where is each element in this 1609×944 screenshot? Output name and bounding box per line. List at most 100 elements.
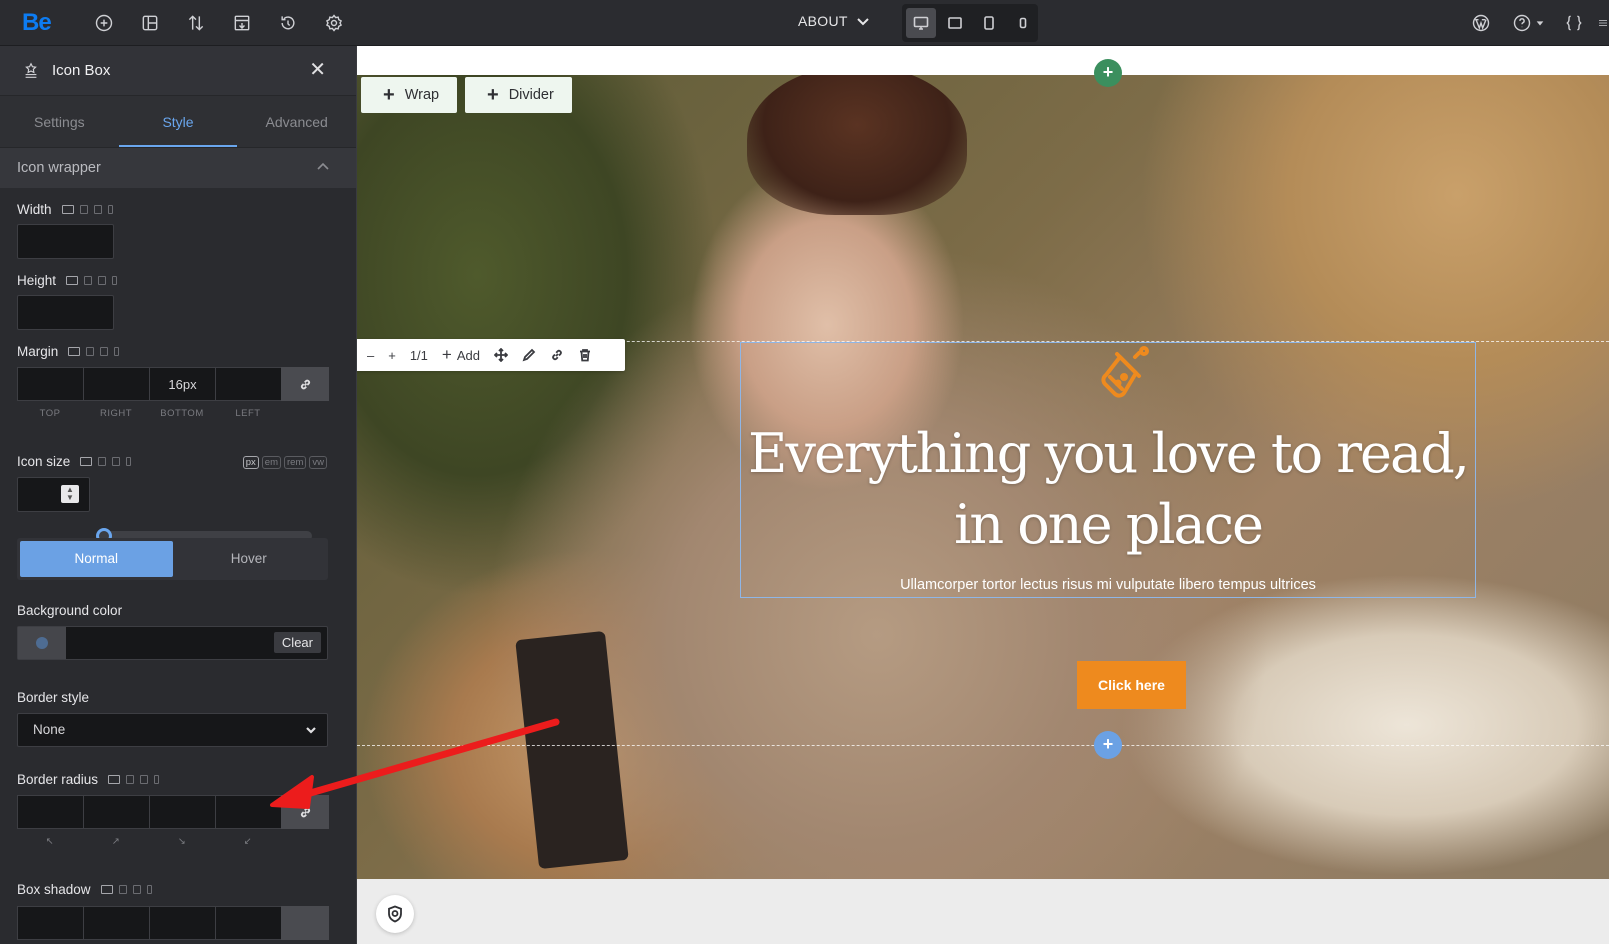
unit-em[interactable]: em — [261, 456, 281, 469]
width-label: Width — [17, 202, 113, 217]
tab-advanced[interactable]: Advanced — [237, 96, 356, 147]
clear-color-button[interactable]: Clear — [273, 632, 321, 653]
responsive-icons[interactable] — [66, 276, 118, 285]
unit-vw[interactable]: vw — [309, 456, 327, 469]
settings-icon[interactable] — [322, 11, 346, 35]
state-normal-button[interactable]: Normal — [20, 541, 173, 577]
page-name: ABOUT — [798, 13, 848, 29]
css-icon[interactable] — [1562, 11, 1586, 35]
link-icon[interactable] — [281, 367, 329, 401]
move-icon[interactable] — [487, 339, 515, 371]
chevron-down-icon — [857, 18, 869, 26]
add-wrap-label: Wrap — [404, 87, 440, 103]
add-divider-button[interactable]: + Divider — [465, 77, 572, 113]
add-wrap-button[interactable]: + Wrap — [361, 77, 458, 113]
caret-down-icon[interactable] — [1534, 11, 1546, 35]
box-shadow-label: Box shadow — [17, 882, 152, 897]
margin-top-input[interactable] — [17, 367, 83, 401]
background-color-label-text: Background color — [17, 603, 123, 618]
link-icon[interactable] — [281, 795, 329, 829]
chevron-down-icon — [306, 727, 316, 734]
click-here-button[interactable]: Click here — [1077, 661, 1186, 709]
shadow-y-input[interactable] — [83, 906, 149, 940]
builder-logo[interactable]: Be — [22, 9, 52, 37]
plus-icon: + — [383, 84, 395, 106]
radius-bottom-right-input[interactable] — [149, 795, 215, 829]
sublabel-left: LEFT — [235, 408, 261, 419]
page-selector[interactable]: ABOUT — [798, 13, 870, 29]
stepper-icon[interactable]: ▲ ▼ — [61, 485, 79, 503]
template-icon[interactable] — [230, 11, 254, 35]
page-canvas: Everything you love to read, in one plac… — [357, 46, 1609, 944]
add-element-plus-button[interactable]: + — [1094, 731, 1122, 759]
tablet-icon[interactable] — [974, 8, 1004, 38]
responsive-icons[interactable] — [100, 885, 152, 894]
shadow-x-input[interactable] — [17, 906, 83, 940]
hero-subtitle[interactable]: Ullamcorper tortor lectus risus mi vulpu… — [740, 577, 1476, 593]
add-circle-icon[interactable] — [92, 11, 116, 35]
unit-switcher: px em rem vw — [242, 456, 327, 469]
radius-top-right-input[interactable] — [83, 795, 149, 829]
add-section-plus-button[interactable]: + — [1094, 59, 1122, 87]
radius-bottom-left-input[interactable] — [215, 795, 281, 829]
help-icon[interactable] — [1510, 11, 1534, 35]
margin-left-input[interactable] — [215, 367, 281, 401]
state-hover-button[interactable]: Hover — [173, 541, 326, 577]
sublabel-right: RIGHT — [99, 408, 133, 419]
height-label: Height — [17, 273, 118, 288]
layout-icon[interactable] — [138, 11, 162, 35]
duplicate-icon[interactable] — [543, 339, 571, 371]
box-shadow-inputs — [17, 906, 330, 940]
hero-section[interactable]: Everything you love to read, in one plac… — [357, 75, 1609, 879]
radius-top-left-input[interactable] — [17, 795, 83, 829]
icon-size-input[interactable]: ▲ ▼ — [17, 477, 90, 512]
flask-icon[interactable] — [1094, 341, 1158, 405]
margin-right-input[interactable] — [83, 367, 149, 401]
width-input[interactable] — [17, 224, 114, 259]
margin-sublabels: TOP RIGHT BOTTOM LEFT — [17, 408, 281, 419]
next-section[interactable] — [357, 879, 1609, 944]
border-radius-inputs — [17, 795, 330, 829]
shadow-options-button[interactable] — [281, 906, 329, 940]
top-toolbar: Be ABOUT — [0, 0, 1609, 46]
shadow-blur-input[interactable] — [149, 906, 215, 940]
sublabel-bottom: BOTTOM — [160, 408, 204, 419]
increase-width-button[interactable]: + — [381, 339, 403, 371]
delete-icon[interactable] — [571, 339, 599, 371]
shadow-spread-input[interactable] — [215, 906, 281, 940]
wordpress-icon[interactable] — [1469, 11, 1493, 35]
unit-rem[interactable]: rem — [284, 456, 307, 469]
background-color-picker[interactable]: Clear — [17, 626, 328, 660]
border-style-select[interactable]: None — [17, 713, 328, 747]
sort-icon[interactable] — [184, 11, 208, 35]
mobile-icon[interactable] — [1008, 8, 1038, 38]
tab-style[interactable]: Style — [118, 96, 238, 147]
section-icon-wrapper[interactable]: Icon wrapper — [0, 148, 356, 188]
height-input[interactable] — [17, 295, 114, 330]
close-icon[interactable]: ✕ — [309, 60, 326, 80]
decrease-width-button[interactable]: – — [357, 339, 381, 371]
hero-heading-line-2: in one place — [954, 493, 1264, 556]
margin-label-text: Margin — [17, 344, 59, 359]
menu-edge-icon[interactable] — [1597, 11, 1609, 35]
edit-icon[interactable] — [515, 339, 543, 371]
shield-icon[interactable] — [376, 895, 414, 933]
color-swatch[interactable] — [18, 627, 66, 659]
corner-bottom-right: ↘ — [177, 836, 187, 847]
margin-bottom-input[interactable]: 16px — [149, 367, 215, 401]
desktop-icon[interactable] — [906, 8, 936, 38]
add-element-button[interactable]: + Add — [435, 339, 487, 371]
hero-heading[interactable]: Everything you love to read, in one plac… — [720, 418, 1496, 560]
responsive-icons[interactable] — [108, 775, 160, 784]
tab-settings[interactable]: Settings — [0, 96, 119, 147]
device-switcher — [902, 4, 1038, 42]
state-toggle: Normal Hover — [17, 538, 328, 580]
history-icon[interactable] — [276, 11, 300, 35]
tablet-landscape-icon[interactable] — [940, 8, 970, 38]
responsive-icons[interactable] — [68, 347, 120, 356]
responsive-icons[interactable] — [61, 205, 113, 214]
hero-background-detail — [515, 630, 629, 870]
unit-px[interactable]: px — [242, 456, 259, 469]
responsive-icons[interactable] — [80, 457, 132, 466]
chevron-up-icon — [317, 162, 329, 170]
